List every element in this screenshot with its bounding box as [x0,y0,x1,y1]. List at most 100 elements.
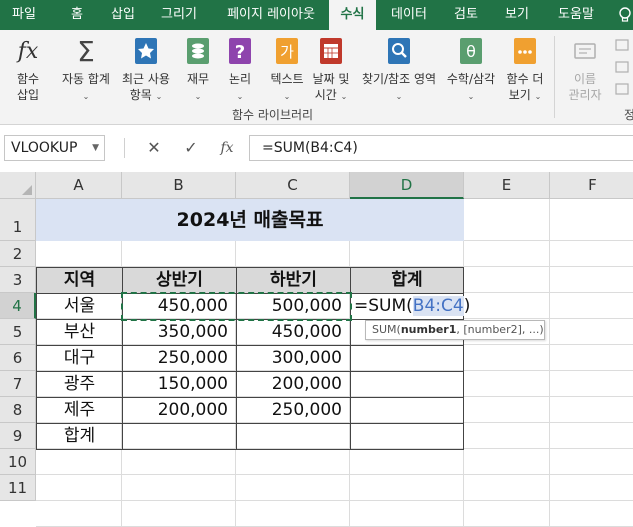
tab-page-layout[interactable]: 페이지 레이아웃 [218,0,324,30]
grid-cell[interactable] [464,371,550,397]
column-header-b[interactable]: B [122,172,236,199]
second-half-cell[interactable]: 200,000 [236,371,351,398]
select-all-corner[interactable] [0,172,36,199]
grid-cell[interactable] [122,475,236,501]
row-header-7[interactable]: 7 [0,371,36,397]
header-first-half[interactable]: 상반기 [122,267,237,294]
tab-file[interactable]: 파일 [4,0,44,30]
grid-cell[interactable] [550,267,633,293]
first-half-cell[interactable]: 250,000 [122,345,237,372]
grid-cell[interactable] [550,397,633,423]
region-cell[interactable]: 부산 [36,319,123,346]
region-cell[interactable]: 서울 [36,293,123,320]
grid-cell[interactable] [464,449,550,475]
grid-cell[interactable] [464,475,550,501]
grid-cell[interactable] [550,199,633,241]
grid-cell[interactable] [464,501,550,527]
tab-draw[interactable]: 그리기 [153,0,205,30]
grid-cell[interactable] [236,501,350,527]
define-name-icons[interactable] [614,38,630,98]
grid-cell[interactable] [36,449,122,475]
row-header-8[interactable]: 8 [0,397,36,423]
total-second-half-cell[interactable] [236,423,351,450]
region-cell[interactable]: 광주 [36,371,123,398]
grid-cell[interactable] [550,319,633,345]
grid-cell[interactable] [550,475,633,501]
first-half-cell[interactable]: 150,000 [122,371,237,398]
cancel-entry-icon[interactable]: ✕ [142,136,166,160]
grid-cell[interactable] [350,241,464,267]
text-functions-button[interactable]: 가 텍스트 ⌄ [264,34,310,106]
first-half-cell[interactable]: 200,000 [122,397,237,424]
row-header-5[interactable]: 5 [0,319,36,345]
financial-button[interactable]: 재무 ⌄ [180,34,216,106]
row-header-2[interactable]: 2 [0,241,36,267]
tab-data[interactable]: 데이터 [386,0,432,30]
grid-cell[interactable] [122,449,236,475]
header-total[interactable]: 합계 [350,267,464,294]
tab-formulas[interactable]: 수식 [329,0,376,30]
more-functions-button[interactable]: 함수 더 보기 ⌄ [502,34,548,106]
header-second-half[interactable]: 하반기 [236,267,351,294]
region-cell[interactable]: 대구 [36,345,123,372]
row-header-3[interactable]: 3 [0,267,36,293]
first-half-cell[interactable]: 350,000 [122,319,237,346]
total-label-cell[interactable]: 합계 [36,423,123,450]
column-header-a[interactable]: A [36,172,122,199]
column-header-e[interactable]: E [464,172,550,199]
grid-cell[interactable] [550,293,633,319]
name-box[interactable]: VLOOKUP ▼ [4,135,105,161]
row-header-4[interactable]: 4 [0,293,36,319]
insert-function-fx-icon[interactable]: fx [215,136,239,160]
total-cell[interactable] [350,345,464,372]
function-argument-tooltip[interactable]: SUM(number1, [number2], ...) [365,320,545,340]
second-half-cell[interactable]: 250,000 [236,397,351,424]
confirm-entry-icon[interactable]: ✓ [179,136,203,160]
first-half-cell[interactable]: 450,000 [122,293,237,320]
row-header-10[interactable]: 10 [0,449,36,475]
tab-review[interactable]: 검토 [444,0,488,30]
grid-cell[interactable] [550,449,633,475]
tab-insert[interactable]: 삽입 [104,0,142,30]
active-cell-d4[interactable]: =SUM(B4:C4) [350,293,470,320]
logical-button[interactable]: ? 논리 ⌄ [222,34,258,106]
grid-cell[interactable] [350,475,464,501]
autosum-button[interactable]: Σ 자동 합계 ⌄ [58,34,114,106]
name-manager-button[interactable]: 이름 관리자 [562,34,608,106]
grid-cell[interactable] [122,241,236,267]
second-half-cell[interactable]: 450,000 [236,319,351,346]
grid-cell[interactable] [36,475,122,501]
total-first-half-cell[interactable] [122,423,237,450]
second-half-cell[interactable]: 500,000 [236,293,351,320]
name-box-dropdown-icon[interactable]: ▼ [92,136,99,160]
insert-function-button[interactable]: fx 함수 삽입 [6,34,50,106]
tab-help[interactable]: 도움말 [550,0,602,30]
grid-cell[interactable] [464,241,550,267]
column-header-f[interactable]: F [550,172,633,199]
grid-cell[interactable] [464,397,550,423]
grid-cell[interactable] [550,241,633,267]
grid-cell[interactable] [350,449,464,475]
column-header-d[interactable]: D [350,172,464,199]
row-header-11[interactable]: 11 [0,475,36,501]
region-cell[interactable]: 제주 [36,397,123,424]
grid-cell[interactable] [464,199,550,241]
grid-cell[interactable] [464,293,550,319]
grid-cell[interactable] [36,241,122,267]
total-cell[interactable] [350,397,464,424]
math-trig-button[interactable]: θ 수학/삼각 ⌄ [442,34,500,106]
second-half-cell[interactable]: 300,000 [236,345,351,372]
grid-cell[interactable] [236,449,350,475]
grid-cell[interactable] [464,345,550,371]
grid-cell[interactable] [550,501,633,527]
total-total-cell[interactable] [350,423,464,450]
formula-input[interactable]: =SUM(B4:C4) [249,135,633,161]
grid-cell[interactable] [464,423,550,449]
title-cell[interactable]: 2024년 매출목표 [36,199,464,241]
grid-cell[interactable] [122,501,236,527]
header-region[interactable]: 지역 [36,267,123,294]
lightbulb-icon[interactable] [618,7,632,23]
tab-home[interactable]: 홈 [58,0,96,30]
grid-cell[interactable] [236,475,350,501]
row-header-9[interactable]: 9 [0,423,36,449]
